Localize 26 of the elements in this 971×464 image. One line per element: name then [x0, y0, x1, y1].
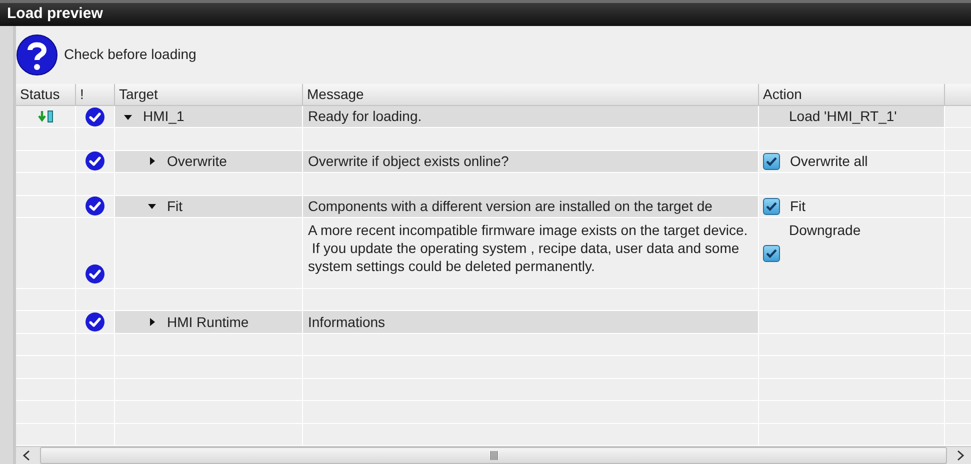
- action-label: Overwrite all: [790, 152, 868, 171]
- warning-message: If you update the operating system , recipe data, user data and some system settings could be deleted permanently.: [308, 238, 740, 275]
- header-text: Check before loading: [64, 45, 196, 64]
- warning-message: A more recent incompatible firmware image exists on the target device.: [308, 220, 749, 239]
- expand-arrow-icon[interactable]: [147, 317, 157, 328]
- checkbox[interactable]: [763, 198, 780, 215]
- help-icon: [16, 34, 58, 76]
- action-label: Downgrade: [789, 220, 862, 239]
- grip-icon: [490, 451, 498, 460]
- message-text: Informations: [308, 312, 386, 332]
- message-text: Overwrite if object exists online?: [308, 152, 509, 171]
- target-name[interactable]: Fit: [167, 196, 183, 217]
- checkbox[interactable]: [763, 244, 780, 262]
- window-title: Load preview: [7, 4, 103, 24]
- action-label: Load 'HMI_RT_1': [789, 107, 897, 126]
- column-header[interactable]: Status: [16, 84, 76, 105]
- message-text: Components with a different version are installed on the target de: [308, 196, 712, 216]
- message-text: Ready for loading.: [308, 107, 422, 126]
- expand-arrow-icon[interactable]: [147, 156, 157, 166]
- column-header[interactable]: Target: [115, 84, 303, 105]
- collapse-arrow-icon[interactable]: [147, 201, 157, 212]
- checkbox[interactable]: [763, 152, 780, 170]
- column-header[interactable]: Message: [303, 84, 759, 105]
- action-label: Fit: [790, 196, 806, 216]
- column-header[interactable]: !: [76, 84, 115, 105]
- column-header[interactable]: Action: [759, 84, 945, 105]
